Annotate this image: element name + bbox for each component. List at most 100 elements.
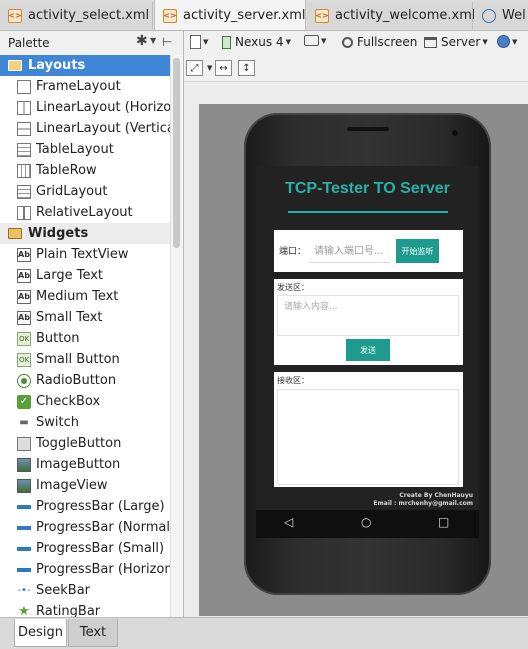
layout-toolbar: ▼ Nexus 4 ▼ ▼ Fullscreen Server ▼ ▼ [184,31,528,57]
palette-item-progressbar-small[interactable]: ProgressBar (Small) [0,538,170,559]
table-row-icon [17,163,31,178]
tab-activity-server[interactable]: <> activity_server.xml × [154,0,324,30]
palette-item-large-text[interactable]: Ab Large Text [0,265,170,286]
palette-item-togglebutton[interactable]: ToggleButton [0,433,170,454]
back-icon[interactable]: ◁ [284,515,293,529]
zoom-fit-icon[interactable]: ⤢ [186,60,203,76]
progress-bar-icon [17,525,31,530]
palette-item-tablelayout[interactable]: TableLayout [0,139,170,160]
button-icon: OK [17,352,31,367]
gear-icon[interactable]: ✱ [136,33,148,49]
palette-scrollbar[interactable] [170,55,183,617]
palette-title: Palette [8,36,50,50]
item-label: ProgressBar (Normal) [36,520,170,535]
palette-item-imageview[interactable]: ImageView [0,475,170,496]
palette-item-framelayout[interactable]: FrameLayout [0,76,170,97]
tab-text[interactable]: Text [68,619,118,647]
chevron-down-icon: ▼ [285,38,291,46]
progress-bar-icon [17,567,31,572]
theme-icon [342,36,353,48]
document-icon [190,35,201,49]
tab-activity-welcome[interactable]: <> activity_welcome.xml × [307,2,494,29]
palette-item-ratingbar[interactable]: ★ RatingBar [0,601,170,617]
send-button[interactable]: 发送 [346,339,390,361]
text-view-icon: Ab [17,247,31,262]
palette-item-progressbar-normal[interactable]: ProgressBar (Normal) [0,517,170,538]
chevron-down-icon: ▼ [512,37,518,46]
palette-item-checkbox[interactable]: ✓ CheckBox [0,391,170,412]
palette-category-layouts[interactable]: Layouts [0,55,170,76]
category-label: Widgets [28,226,89,241]
image-button-icon [17,457,31,472]
text-view-icon: Ab [17,268,31,283]
xml-file-icon: <> [315,8,329,23]
palette-item-tablerow[interactable]: TableRow [0,160,170,181]
tab-label: activity_welcome.xml [335,8,476,23]
palette-item-imagebutton[interactable]: ImageButton [0,454,170,475]
tab-wel[interactable]: Wel [474,2,528,29]
credit-email: Email : mrchenhy@gmail.com [373,500,473,507]
palette-item-small-button[interactable]: OK Small Button [0,349,170,370]
device-icon [222,35,231,49]
fit-height-icon[interactable]: ↕ [238,60,255,76]
xml-file-icon: <> [163,8,177,23]
activity-select[interactable]: Server ▼ [424,35,488,49]
palette-item-plain-textview[interactable]: Ab Plain TextView [0,244,170,265]
speaker-grille [347,127,389,131]
palette-item-switch[interactable]: ▬ Switch [0,412,170,433]
item-label: ProgressBar (Large) [36,499,165,514]
palette-item-progressbar-horizontal[interactable]: ProgressBar (Horizontal) [0,559,170,580]
start-listen-button[interactable]: 开始监听 [396,239,439,263]
recents-icon[interactable]: □ [438,515,449,529]
zoom-toolbar: ⤢ ▼ ↔ ↕ [184,57,528,82]
receive-area[interactable] [277,389,459,485]
port-input[interactable]: 请输入端口号... [308,237,390,263]
hide-panel-icon[interactable]: ⊢ [162,35,172,49]
item-label: Button [36,331,80,346]
item-label: ImageButton [36,457,121,472]
palette-item-relativelayout[interactable]: RelativeLayout [0,202,170,223]
orientation-icon [304,35,319,46]
palette-item-gridlayout[interactable]: GridLayout [0,181,170,202]
device-select[interactable]: Nexus 4 ▼ [222,35,291,49]
chevron-down-icon[interactable]: ▼ [207,64,212,72]
palette-item-button[interactable]: OK Button [0,328,170,349]
progress-bar-icon [17,504,31,509]
palette-item-medium-text[interactable]: Ab Medium Text [0,286,170,307]
send-input[interactable]: 请输入内容... [277,295,459,336]
palette-panel: Palette ✱ ▼ ⊢ Layouts FrameLayout Linear… [0,31,184,617]
seekbar-icon: -•- [17,585,31,596]
editor-mode-tabs: Design Text [0,617,528,649]
scrollbar-thumb[interactable] [173,58,180,248]
image-view-icon [17,478,31,493]
folder-icon [8,60,22,71]
checkbox-icon: ✓ [17,394,31,409]
item-label: Small Button [36,352,120,367]
preview-config-button[interactable]: ▼ [190,35,208,49]
palette-item-linearlayout-vertical[interactable]: LinearLayout (Vertical) [0,118,170,139]
star-icon: ★ [18,604,30,617]
category-label: Layouts [28,58,86,73]
orientation-button[interactable]: ▼ [304,35,326,46]
xml-file-icon: <> [8,8,22,23]
chevron-down-icon: ▼ [482,38,488,46]
chevron-down-icon[interactable]: ▼ [150,36,156,45]
home-icon[interactable]: ○ [361,515,371,529]
palette-item-linearlayout-horizontal[interactable]: LinearLayout (Horizontal) [0,97,170,118]
locale-button[interactable]: ▼ [497,35,517,48]
palette-item-seekbar[interactable]: -•- SeekBar [0,580,170,601]
palette-item-progressbar-large[interactable]: ProgressBar (Large) [0,496,170,517]
tab-activity-select[interactable]: <> activity_select.xml × [0,2,167,29]
fit-width-icon[interactable]: ↔ [215,60,232,76]
credit-author: Create By ChenHauyu [399,492,473,499]
item-label: ProgressBar (Small) [36,541,165,556]
tab-design[interactable]: Design [14,619,67,647]
grid-layout-icon [17,184,31,199]
palette-item-radiobutton[interactable]: RadioButton [0,370,170,391]
item-label: ProgressBar (Horizontal) [36,562,170,577]
palette-category-widgets[interactable]: Widgets [0,223,170,244]
fullscreen-button[interactable]: Fullscreen [342,35,417,49]
tab-label: Wel [502,8,526,23]
relative-layout-icon [17,205,31,220]
palette-item-small-text[interactable]: Ab Small Text [0,307,170,328]
